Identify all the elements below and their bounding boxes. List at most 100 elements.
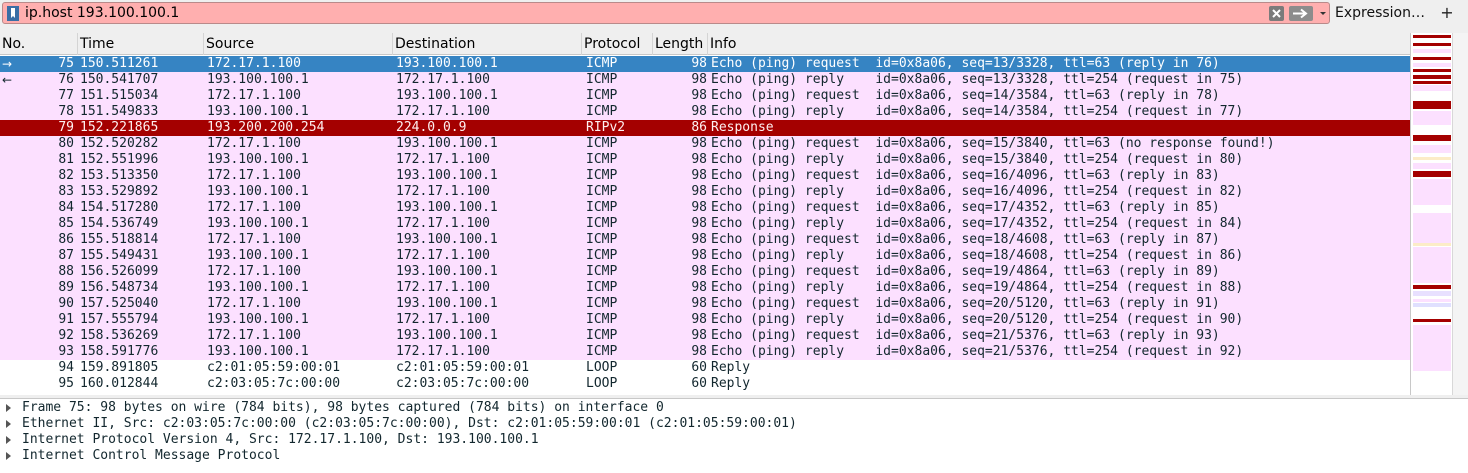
packet-cell-info: Echo (ping) request id=0x8a06, seq=14/35… [711,88,1220,103]
packet-cell-no: 85 [58,216,74,231]
packet-cell-time: 158.536269 [80,328,159,343]
packet-row[interactable]: 90 157.525040 172.17.1.100 193.100.100.1 ICM… [0,296,1410,312]
minimap-mark [1413,247,1451,283]
packet-row[interactable]: 89 156.548734 193.100.100.1 172.17.1.100 ICM… [0,280,1410,296]
packet-row[interactable]: 85 154.536749 193.100.100.1 172.17.1.100 ICM… [0,216,1410,232]
packet-cell-len: 98 [691,168,707,183]
packet-cell-time: 151.549833 [80,104,159,119]
packet-row[interactable]: 92 158.536269 172.17.1.100 193.100.100.1 ICM… [0,328,1410,344]
display-filter-field[interactable] [2,2,1330,24]
chevron-down-icon[interactable] [1317,6,1329,21]
packet-cell-no: 76 [58,72,74,87]
packet-cell-time: 153.513350 [80,168,159,183]
packet-cell-len: 98 [691,152,707,167]
packet-cell-src: c2:01:05:59:00:01 [207,360,341,375]
packet-cell-src: c2:03:05:7c:00:00 [207,376,341,391]
minimap-mark [1413,157,1451,160]
expand-arrow-icon[interactable] [6,420,11,428]
packet-cell-info: Echo (ping) reply id=0x8a06, seq=19/4864… [711,280,1244,295]
column-header-no[interactable]: No. [0,33,78,55]
packet-row[interactable]: 88 156.526099 172.17.1.100 193.100.100.1 ICM… [0,264,1410,280]
packet-cell-proto: ICMP [586,168,618,183]
packet-cell-time: 156.548734 [80,280,159,295]
bookmark-icon[interactable] [7,6,19,21]
packet-cell-proto: ICMP [586,232,618,247]
packet-cell-proto: ICMP [586,296,618,311]
packet-row[interactable]: 83 153.529892 193.100.100.1 172.17.1.100 ICM… [0,184,1410,200]
expand-arrow-icon[interactable] [6,452,11,460]
packet-row[interactable]: 94 159.891805 c2:01:05:59:00:01 c2:01:05:59… [0,360,1410,376]
column-header-source[interactable]: Source [204,33,393,55]
column-header-protocol[interactable]: Protocol [582,33,653,55]
filter-input[interactable] [25,4,1261,22]
display-filter-toolbar: Expression… + [0,0,1468,26]
minimap-mark [1413,81,1451,84]
expression-button[interactable]: Expression… [1332,3,1428,23]
packet-cell-no: 93 [58,344,74,359]
packet-row[interactable]: 77 151.515034 172.17.1.100 193.100.100.1 ICM… [0,88,1410,104]
packet-cell-dst: 172.17.1.100 [396,280,490,295]
detail-row-label: Ethernet II, Src: c2:03:05:7c:00:00 (c2:… [22,416,797,431]
packet-cell-dst: 172.17.1.100 [396,216,490,231]
packet-cell-info: Echo (ping) request id=0x8a06, seq=13/33… [711,56,1220,71]
packet-row[interactable]: 79 152.221865 193.200.200.254 224.0.0.9 RIPv… [0,120,1410,136]
packet-cell-no: 83 [58,184,74,199]
packet-row[interactable]: 91 157.555794 193.100.100.1 172.17.1.100 ICM… [0,312,1410,328]
packet-cell-no: 78 [58,104,74,119]
packet-row[interactable]: 93 158.591776 193.100.100.1 172.17.1.100 ICM… [0,344,1410,360]
packet-cell-no: 81 [58,152,74,167]
packet-cell-proto: ICMP [586,136,618,151]
packet-cell-len: 98 [691,248,707,263]
packet-cell-src: 193.100.100.1 [207,152,309,167]
expand-arrow-icon[interactable] [6,404,11,412]
packet-cell-proto: ICMP [586,200,618,215]
packet-cell-dst: 193.100.100.1 [396,232,498,247]
add-filter-button[interactable]: + [1434,3,1460,23]
column-header-length[interactable]: Length [653,33,708,55]
packet-list[interactable]: No. Time Source Destination Protocol Len… [0,33,1410,395]
packet-cell-dst: 172.17.1.100 [396,104,490,119]
packet-cell-len: 98 [691,88,707,103]
column-header-time[interactable]: Time [78,33,204,55]
packet-cell-time: 156.526099 [80,264,159,279]
packet-cell-info: Echo (ping) request id=0x8a06, seq=15/38… [711,136,1275,151]
packet-row[interactable]: 95 160.012844 c2:03:05:7c:00:00 c2:03:05:7c… [0,376,1410,392]
packet-row[interactable]: ← 76 150.541707 193.100.100.1 172.17.1.100 IC… [0,72,1410,88]
packet-minimap[interactable] [1410,33,1452,395]
apply-filter-arrow-icon[interactable] [1289,6,1313,21]
packet-cell-info: Response [711,120,774,135]
clear-filter-icon[interactable] [1269,6,1284,21]
detail-row-icmp[interactable]: Internet Control Message Protocol [0,448,280,464]
packet-row[interactable]: 84 154.517280 172.17.1.100 193.100.100.1 ICM… [0,200,1410,216]
packet-cell-info: Echo (ping) reply id=0x8a06, seq=14/3584… [711,104,1244,119]
packet-cell-info: Echo (ping) request id=0x8a06, seq=21/53… [711,328,1220,343]
packet-row[interactable]: → 75 150.511261 172.17.1.100 193.100.100.1 IC… [0,56,1410,72]
packet-cell-len: 98 [691,280,707,295]
packet-row[interactable]: 82 153.513350 172.17.1.100 193.100.100.1 ICM… [0,168,1410,184]
packet-cell-no: 87 [58,248,74,263]
column-header-info[interactable]: Info [708,33,1410,55]
packet-row[interactable]: 87 155.549431 193.100.100.1 172.17.1.100 ICM… [0,248,1410,264]
packet-cell-dst: 172.17.1.100 [396,152,490,167]
packet-cell-len: 98 [691,136,707,151]
packet-cell-no: 90 [58,296,74,311]
packet-cell-info: Echo (ping) request id=0x8a06, seq=19/48… [711,264,1220,279]
packet-row[interactable]: 80 152.520282 172.17.1.100 193.100.100.1 ICM… [0,136,1410,152]
expand-arrow-icon[interactable] [6,436,11,444]
packet-cell-info: Echo (ping) reply id=0x8a06, seq=18/4608… [711,248,1244,263]
packet-row[interactable]: 86 155.518814 172.17.1.100 193.100.100.1 ICM… [0,232,1410,248]
packet-list-header: No. Time Source Destination Protocol Len… [0,33,1410,55]
detail-row-frame[interactable]: Frame 75: 98 bytes on wire (784 bits), 9… [0,400,664,416]
packet-cell-time: 160.012844 [80,376,159,391]
packet-row[interactable]: 78 151.549833 193.100.100.1 172.17.1.100 ICM… [0,104,1410,120]
packet-cell-no: 88 [58,264,74,279]
detail-row-ipv4[interactable]: Internet Protocol Version 4, Src: 172.17… [0,432,539,448]
column-header-destination[interactable]: Destination [393,33,582,55]
packet-row[interactable]: 81 152.551996 193.100.100.1 172.17.1.100 ICM… [0,152,1410,168]
packet-cell-no: 92 [58,328,74,343]
minimap-mark [1413,171,1451,177]
detail-row-ethernet[interactable]: Ethernet II, Src: c2:03:05:7c:00:00 (c2:… [0,416,797,432]
packet-cell-src: 193.200.200.254 [207,120,325,135]
packet-cell-time: 152.551996 [80,152,159,167]
packet-list-scrollbar[interactable] [1452,33,1468,395]
